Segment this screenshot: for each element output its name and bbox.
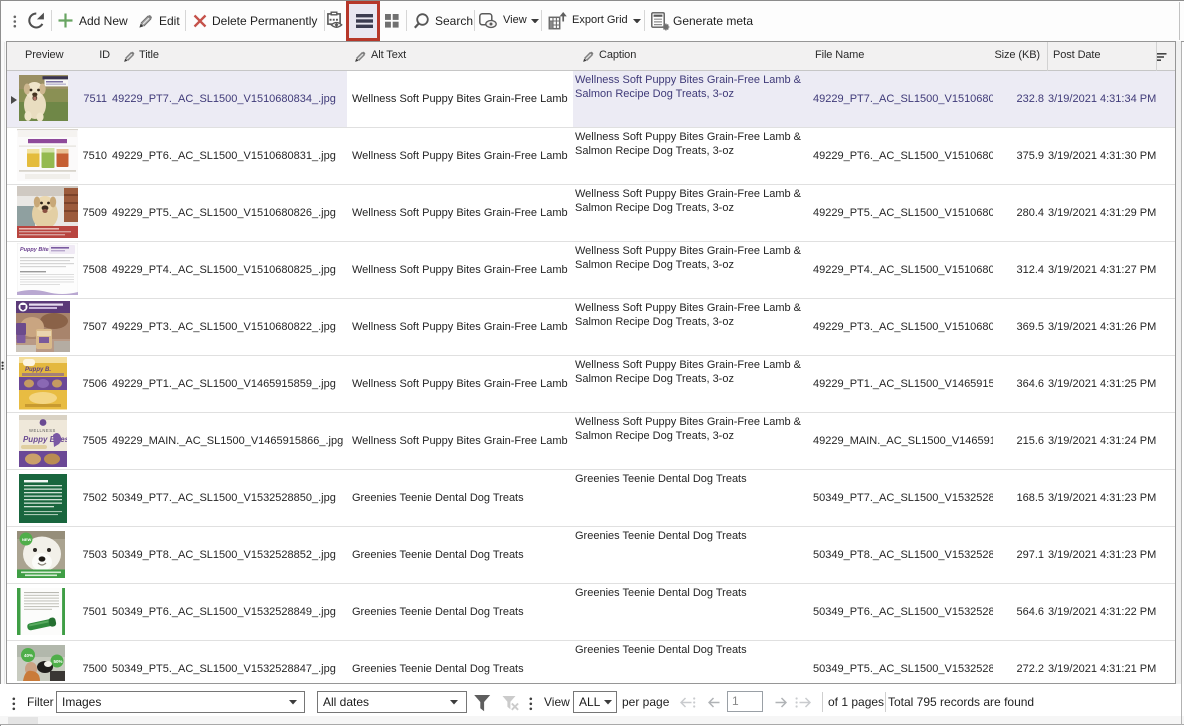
svg-text:Puppy B.: Puppy B. (25, 367, 51, 373)
svg-text:50%: 50% (53, 659, 62, 664)
svg-text:WELLNESS: WELLNESS (29, 428, 56, 433)
svg-text:NEW: NEW (22, 537, 32, 542)
svg-text:40%: 40% (24, 653, 33, 658)
svg-text:Puppy Bites: Puppy Bites (20, 247, 52, 253)
